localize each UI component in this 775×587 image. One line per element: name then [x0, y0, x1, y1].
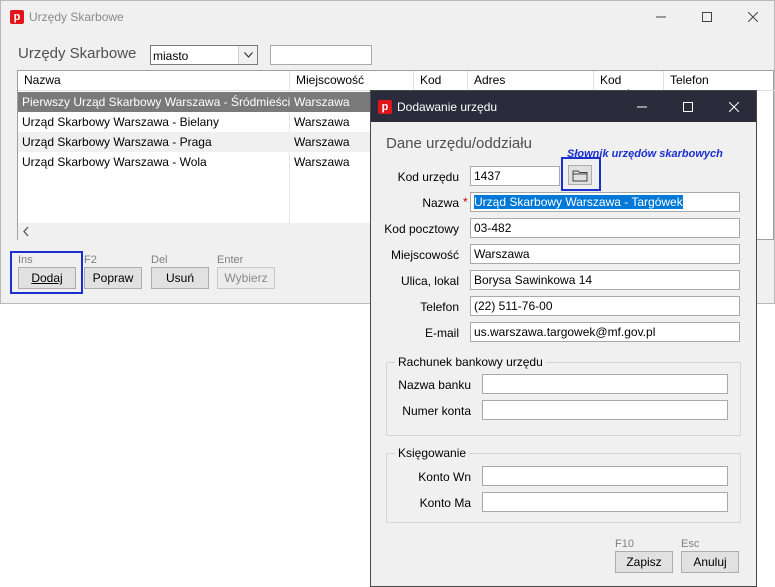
email-input[interactable]: us.warszawa.targowek@mf.gov.pl: [470, 322, 740, 342]
filter-select[interactable]: miasto: [150, 45, 258, 65]
bank-group-title: Rachunek bankowy urzędu: [395, 355, 546, 369]
required-marker: *: [463, 195, 468, 209]
page-title: Urzędy Skarbowe: [18, 45, 137, 62]
row-name: Urząd Skarbowy Warszawa - Wola: [22, 155, 207, 169]
miejscowosc-label: Miejscowość: [390, 248, 459, 262]
column-header-kod[interactable]: Kod: [414, 71, 468, 90]
table-row[interactable]: Pierwszy Urząd Skarbowy Warszawa - Śródm…: [18, 92, 413, 112]
ulica-input[interactable]: Borysa Sawinkowa 14: [470, 270, 740, 290]
maximize-icon: [702, 11, 712, 22]
row-name: Pierwszy Urząd Skarbowy Warszawa - Śródm…: [22, 95, 290, 109]
table-header: Nazwa Miejscowość Kod Adres Kod urzędu T…: [18, 71, 775, 101]
table-row[interactable]: Urząd Skarbowy Warszawa - Praga Warszawa: [18, 132, 413, 152]
dropdown-button[interactable]: [238, 46, 257, 64]
add-office-dialog: p Dodawanie urzędu Dane urzędu/oddziału …: [370, 90, 757, 587]
dialog-titlebar: p Dodawanie urzędu: [371, 91, 756, 122]
ledger-group: [386, 453, 741, 523]
dialog-title: Dodawanie urzędu: [397, 99, 498, 114]
add-button[interactable]: Dodaj: [18, 267, 76, 289]
column-header-nazwa[interactable]: Nazwa: [18, 71, 290, 90]
select-button[interactable]: Wybierz: [217, 267, 275, 289]
column-header-kod-urzedu[interactable]: Kod urzędu: [594, 71, 664, 101]
close-button[interactable]: [730, 1, 775, 32]
folder-icon: [572, 170, 588, 181]
dictionary-button[interactable]: [568, 165, 592, 185]
key-hint-enter: Enter: [217, 254, 244, 266]
bank-name-label: Nazwa banku: [398, 378, 471, 392]
key-hint-f10: F10: [615, 538, 634, 550]
save-button[interactable]: Zapisz: [615, 551, 673, 573]
telefon-input[interactable]: (22) 511-76-00: [470, 296, 740, 316]
telefon-label: Telefon: [420, 300, 459, 314]
kod-urzedu-input[interactable]: 1437: [470, 166, 560, 186]
ledger-group-title: Księgowanie: [395, 446, 470, 460]
dialog-minimize-button[interactable]: [619, 91, 665, 122]
email-label: E-mail: [424, 326, 459, 340]
kod-pocztowy-input[interactable]: 03-482: [470, 218, 740, 238]
kod-urzedu-label: Kod urzędu: [397, 170, 459, 184]
account-number-input[interactable]: [482, 400, 728, 420]
row-name: Urząd Skarbowy Warszawa - Bielany: [22, 115, 219, 129]
delete-button[interactable]: Usuń: [151, 267, 209, 289]
konto-wn-label: Konto Wn: [418, 470, 471, 484]
dialog-maximize-button[interactable]: [665, 91, 711, 122]
konto-wn-input[interactable]: [482, 466, 728, 486]
column-header-telefon[interactable]: Telefon: [664, 71, 775, 90]
horizontal-scrollbar[interactable]: [18, 223, 374, 240]
close-icon: [729, 101, 739, 112]
maximize-icon: [683, 101, 693, 112]
nazwa-input[interactable]: Urząd Skarbowy Warszawa - Targówek: [470, 192, 740, 212]
chevron-down-icon: [243, 52, 253, 58]
minimize-button[interactable]: [638, 1, 684, 32]
chevron-left-icon[interactable]: [18, 223, 35, 240]
edit-button[interactable]: Popraw: [84, 267, 142, 289]
dialog-heading: Dane urzędu/oddziału: [386, 135, 532, 152]
bank-name-input[interactable]: [482, 374, 728, 394]
dialog-close-button[interactable]: [711, 91, 757, 122]
ulica-label: Ulica, lokal: [400, 274, 459, 288]
konto-ma-label: Konto Ma: [419, 496, 471, 510]
cancel-button[interactable]: Anuluj: [681, 551, 739, 573]
main-titlebar: p Urzędy Skarbowe: [1, 1, 774, 32]
nazwa-label: Nazwa: [422, 196, 459, 210]
nazwa-selected-text: Urząd Skarbowy Warszawa - Targówek: [474, 195, 683, 209]
filter-select-value: miasto: [153, 49, 189, 63]
filter-input[interactable]: [270, 45, 372, 65]
minimize-icon: [656, 16, 666, 17]
miejscowosc-input[interactable]: Warszawa: [470, 244, 740, 264]
key-hint-f2: F2: [84, 254, 97, 266]
table-row[interactable]: Urząd Skarbowy Warszawa - Bielany Warsza…: [18, 112, 413, 132]
key-hint-del: Del: [151, 254, 168, 266]
row-name: Urząd Skarbowy Warszawa - Praga: [22, 135, 212, 149]
account-number-label: Numer konta: [402, 404, 471, 418]
konto-ma-input[interactable]: [482, 492, 728, 512]
column-header-adres[interactable]: Adres: [468, 71, 594, 90]
maximize-button[interactable]: [684, 1, 730, 32]
dialog-app-icon: p: [378, 99, 392, 114]
kod-pocztowy-label: Kod pocztowy: [384, 222, 459, 236]
app-icon: p: [10, 9, 24, 24]
minimize-icon: [637, 106, 647, 107]
close-icon: [748, 11, 758, 22]
column-header-miejscowosc[interactable]: Miejscowość: [290, 71, 414, 90]
key-hint-esc: Esc: [681, 538, 700, 550]
table-row[interactable]: Urząd Skarbowy Warszawa - Wola Warszawa: [18, 152, 413, 172]
main-window-title: Urzędy Skarbowe: [29, 9, 124, 24]
